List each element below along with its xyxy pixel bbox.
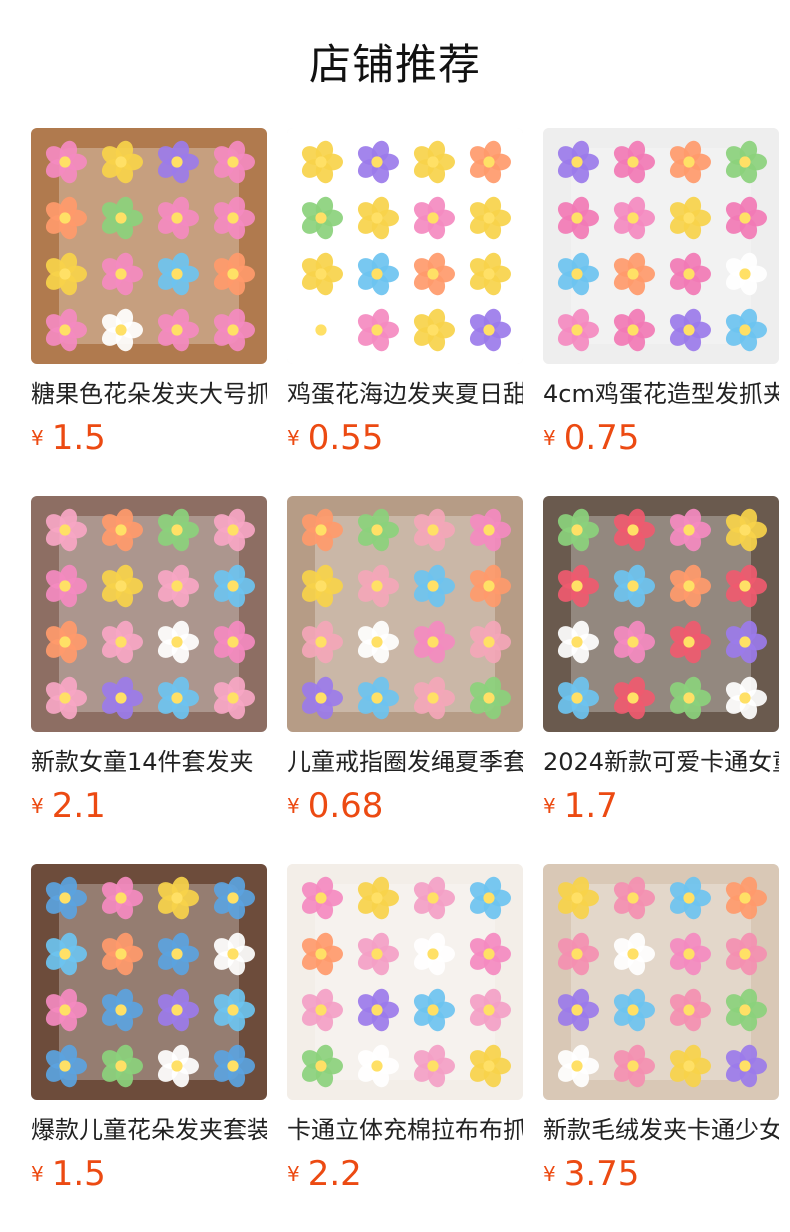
product-image[interactable] — [31, 864, 267, 1100]
product-image[interactable] — [287, 496, 523, 732]
product-name[interactable]: 新款女童14件套发夹 — [31, 740, 267, 784]
product-name[interactable]: 糖果色花朵发夹大号抓夹 — [31, 372, 267, 416]
product-price: ¥0.75 — [543, 418, 639, 458]
currency-symbol: ¥ — [31, 1162, 44, 1186]
product-image[interactable] — [31, 496, 267, 732]
image-panel — [571, 148, 751, 344]
product-price: ¥1.7 — [543, 786, 618, 826]
product-image[interactable] — [287, 864, 523, 1100]
currency-symbol: ¥ — [31, 426, 44, 450]
product-card[interactable]: 糖果色花朵发夹大号抓夹 ¥1.5 — [31, 128, 267, 458]
currency-symbol: ¥ — [287, 794, 300, 818]
product-name[interactable]: 爆款儿童花朵发夹套装 — [31, 1108, 267, 1152]
product-image[interactable] — [543, 128, 779, 364]
product-image[interactable] — [287, 128, 523, 364]
page-title: 店铺推荐 — [308, 40, 481, 89]
product-card[interactable]: 鸡蛋花海边发夹夏日甜美 ¥0.55 — [287, 128, 523, 458]
currency-symbol: ¥ — [31, 794, 44, 818]
product-image[interactable] — [543, 496, 779, 732]
currency-symbol: ¥ — [543, 794, 556, 818]
image-panel — [571, 516, 751, 712]
product-price: ¥0.68 — [287, 786, 383, 826]
product-name[interactable]: 2024新款可爱卡通女童发夹 — [543, 740, 779, 784]
currency-symbol: ¥ — [287, 426, 300, 450]
product-card[interactable]: 卡通立体充棉拉布布抓夹 ¥2.2 — [287, 864, 523, 1194]
product-price: ¥2.1 — [31, 786, 106, 826]
image-panel — [315, 884, 495, 1080]
product-price: ¥1.5 — [31, 1154, 106, 1194]
currency-symbol: ¥ — [543, 1162, 556, 1186]
price-value: 1.5 — [51, 418, 106, 458]
image-panel — [59, 516, 239, 712]
currency-symbol: ¥ — [287, 1162, 300, 1186]
product-name[interactable]: 4cm鸡蛋花造型发抓夹 — [543, 372, 779, 416]
product-name[interactable]: 儿童戒指圈发绳夏季套装 — [287, 740, 523, 784]
product-card[interactable]: 4cm鸡蛋花造型发抓夹 ¥0.75 — [543, 128, 779, 458]
price-value: 3.75 — [563, 1154, 640, 1194]
price-value: 0.55 — [307, 418, 384, 458]
product-card[interactable]: 爆款儿童花朵发夹套装 ¥1.5 — [31, 864, 267, 1194]
image-panel — [59, 148, 239, 344]
product-name[interactable]: 鸡蛋花海边发夹夏日甜美 — [287, 372, 523, 416]
image-panel — [571, 884, 751, 1080]
image-panel — [315, 148, 495, 344]
product-card[interactable]: 儿童戒指圈发绳夏季套装 ¥0.68 — [287, 496, 523, 826]
product-name[interactable]: 卡通立体充棉拉布布抓夹 — [287, 1108, 523, 1152]
product-image[interactable] — [543, 864, 779, 1100]
product-price: ¥0.55 — [287, 418, 383, 458]
product-price: ¥3.75 — [543, 1154, 639, 1194]
price-value: 1.7 — [563, 786, 618, 826]
product-card[interactable]: 新款毛绒发夹卡通少女 ¥3.75 — [543, 864, 779, 1194]
product-price: ¥1.5 — [31, 418, 106, 458]
price-value: 2.1 — [51, 786, 106, 826]
product-name[interactable]: 新款毛绒发夹卡通少女 — [543, 1108, 779, 1152]
price-value: 1.5 — [51, 1154, 106, 1194]
product-card[interactable]: 新款女童14件套发夹 ¥2.1 — [31, 496, 267, 826]
product-image[interactable] — [31, 128, 267, 364]
price-value: 0.68 — [307, 786, 384, 826]
image-panel — [315, 516, 495, 712]
product-card[interactable]: 2024新款可爱卡通女童发夹 ¥1.7 — [543, 496, 779, 826]
price-value: 0.75 — [563, 418, 640, 458]
product-price: ¥2.2 — [287, 1154, 362, 1194]
image-panel — [59, 884, 239, 1080]
price-value: 2.2 — [307, 1154, 362, 1194]
currency-symbol: ¥ — [543, 426, 556, 450]
